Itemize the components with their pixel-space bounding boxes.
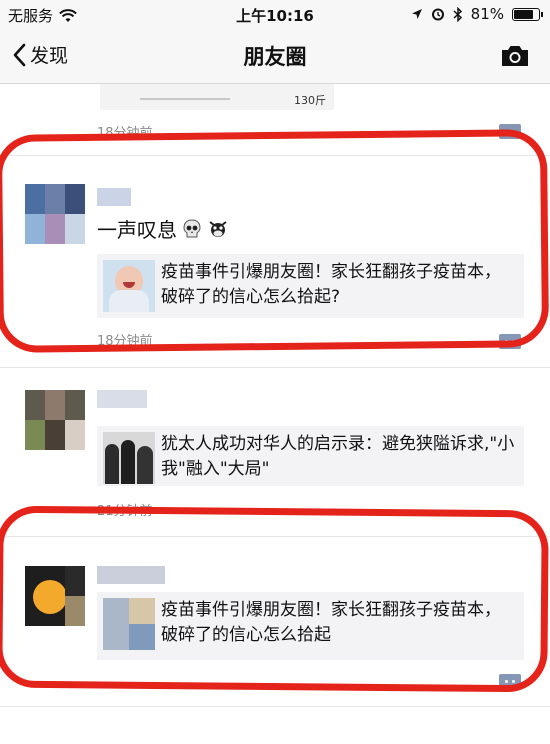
annotation-red-circle: [0, 129, 550, 353]
page-title: 朋友圈: [243, 45, 307, 69]
status-bar: 无服务 上午10:16 81%: [0, 0, 550, 28]
camera-icon: [502, 46, 528, 66]
link-card[interactable]: 犹太人成功对华人的启示录：避免狭隘诉求,"小我"融入"大局": [97, 426, 524, 486]
avatar[interactable]: [25, 390, 85, 450]
partial-image-caption: 130斤: [294, 94, 326, 107]
alarm-icon: [431, 8, 444, 21]
location-arrow-icon: [411, 9, 422, 19]
link-title: 犹太人成功对华人的启示录：避免狭隘诉求,"小我"融入"大局": [161, 434, 515, 479]
moments-feed[interactable]: 130斤 18分钟前 一声叹息 疫苗事件引爆朋友圈！家长狂翻孩子疫苗本，破碎了的…: [0, 84, 550, 744]
link-thumbnail: [103, 432, 155, 484]
camera-button[interactable]: [500, 44, 530, 72]
partial-post-image[interactable]: 130斤: [100, 84, 334, 110]
battery-level-fill: [514, 9, 533, 19]
battery-icon: [512, 7, 543, 21]
status-right: 81%: [411, 5, 543, 23]
battery-percent: 81%: [470, 5, 504, 23]
annotation-red-circle: [0, 505, 549, 693]
user-name[interactable]: [97, 390, 147, 408]
post-divider: [0, 367, 550, 368]
nav-bar: 发现 朋友圈: [0, 28, 550, 84]
bluetooth-icon: [453, 6, 462, 22]
post-divider: [0, 706, 550, 707]
